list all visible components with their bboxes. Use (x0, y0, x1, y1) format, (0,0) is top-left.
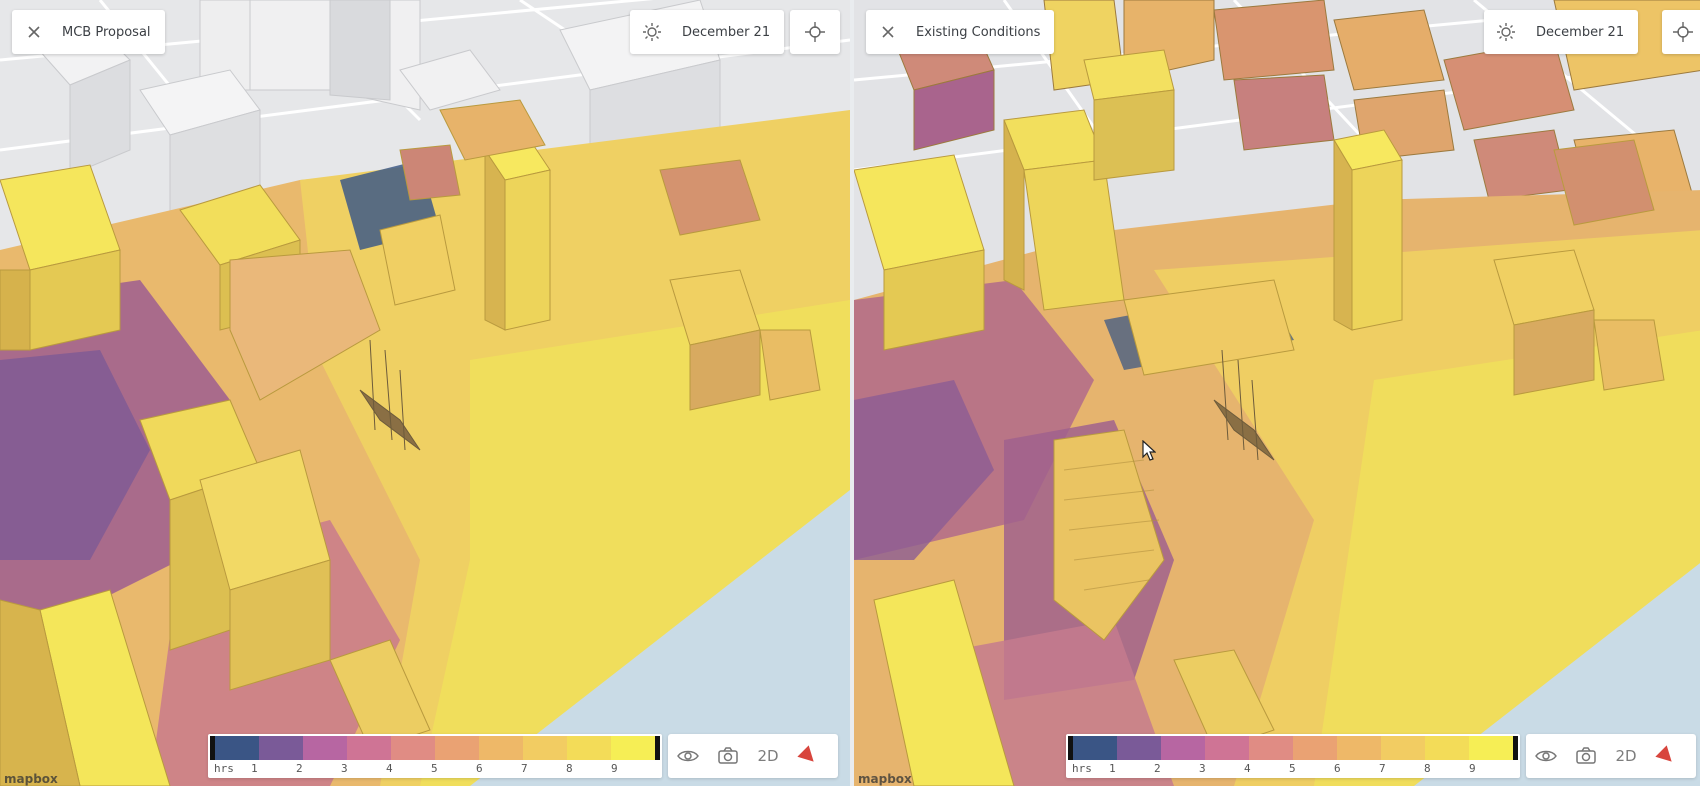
legend-swatch (1337, 736, 1381, 760)
map-left-mcb-proposal[interactable]: MCB Proposal December 21 hrs 1 2 3 4 5 6… (0, 0, 850, 786)
legend-tick: 6 (476, 762, 483, 775)
legend-tick: 8 (566, 762, 573, 775)
legend-unit: hrs (1072, 762, 1092, 775)
legend-tick: 7 (521, 762, 528, 775)
legend-tick: 4 (1244, 762, 1251, 775)
date-label[interactable]: December 21 (1528, 25, 1638, 40)
legend-tick: 4 (386, 762, 393, 775)
legend-swatch (215, 736, 259, 760)
legend-swatch (303, 736, 347, 760)
date-label[interactable]: December 21 (674, 25, 784, 40)
legend-swatch (1161, 736, 1205, 760)
legend-tick: 8 (1424, 762, 1431, 775)
legend-tick: 3 (1199, 762, 1206, 775)
legend-tick: 6 (1334, 762, 1341, 775)
sun-hours-legend: hrs 1 2 3 4 5 6 7 8 9 (1066, 734, 1520, 778)
legend-swatch (435, 736, 479, 760)
legend-swatch (1293, 736, 1337, 760)
mapbox-attribution[interactable]: mapbox (858, 772, 912, 786)
map-toolbar: 2D (668, 734, 838, 778)
sun-icon[interactable] (630, 10, 674, 54)
legend-swatch (1073, 736, 1117, 760)
legend-tick: 3 (341, 762, 348, 775)
scenario-title: MCB Proposal (62, 24, 151, 40)
legend-tick: 1 (251, 762, 258, 775)
legend-tick: 9 (611, 762, 618, 775)
locate-button[interactable] (790, 10, 840, 54)
crosshair-icon (1673, 22, 1693, 42)
legend-swatch (611, 736, 655, 760)
legend-ticks: hrs 1 2 3 4 5 6 7 8 9 (1066, 761, 1520, 777)
close-icon[interactable] (866, 10, 910, 54)
legend-tick: 7 (1379, 762, 1386, 775)
split-view: MCB Proposal December 21 hrs 1 2 3 4 5 6… (0, 0, 1700, 786)
scenario-title-card: MCB Proposal (12, 10, 165, 54)
crosshair-icon (805, 22, 825, 42)
compass-icon[interactable] (1646, 734, 1686, 778)
legend-swatch (567, 736, 611, 760)
legend-color-bar (1068, 736, 1518, 760)
eye-icon[interactable] (668, 734, 708, 778)
camera-icon[interactable] (1566, 734, 1606, 778)
legend-swatch (1425, 736, 1469, 760)
legend-swatch (391, 736, 435, 760)
legend-tick: 5 (431, 762, 438, 775)
sun-hours-map-right[interactable] (854, 0, 1700, 786)
legend-swatch (1117, 736, 1161, 760)
scenario-title: Existing Conditions (916, 24, 1041, 40)
legend-swatch (347, 736, 391, 760)
close-icon[interactable] (12, 10, 56, 54)
legend-color-bar (210, 736, 660, 760)
legend-tick: 5 (1289, 762, 1296, 775)
legend-swatch (1249, 736, 1293, 760)
legend-swatch (1469, 736, 1513, 760)
sun-hours-legend: hrs 1 2 3 4 5 6 7 8 9 (208, 734, 662, 778)
sun-hours-map-left[interactable] (0, 0, 850, 786)
mouse-cursor-icon (1142, 440, 1156, 461)
2d-toggle-button[interactable]: 2D (1606, 734, 1646, 778)
eye-icon[interactable] (1526, 734, 1566, 778)
legend-swatch (523, 736, 567, 760)
locate-button[interactable] (1662, 10, 1700, 54)
compass-icon[interactable] (788, 734, 828, 778)
sun-icon[interactable] (1484, 10, 1528, 54)
camera-icon[interactable] (708, 734, 748, 778)
scenario-title-card: Existing Conditions (866, 10, 1055, 54)
2d-toggle-button[interactable]: 2D (748, 734, 788, 778)
mapbox-attribution[interactable]: mapbox (4, 772, 58, 786)
map-toolbar: 2D (1526, 734, 1696, 778)
date-selector[interactable]: December 21 (1484, 10, 1639, 54)
legend-tick: 2 (296, 762, 303, 775)
legend-swatch (1381, 736, 1425, 760)
legend-ticks: hrs 1 2 3 4 5 6 7 8 9 (208, 761, 662, 777)
legend-swatch (259, 736, 303, 760)
legend-swatch (479, 736, 523, 760)
legend-tick: 9 (1469, 762, 1476, 775)
legend-tick: 2 (1154, 762, 1161, 775)
legend-swatch (1205, 736, 1249, 760)
date-selector[interactable]: December 21 (630, 10, 785, 54)
legend-tick: 1 (1109, 762, 1116, 775)
legend-unit: hrs (214, 762, 234, 775)
map-right-existing-conditions[interactable]: Existing Conditions December 21 hrs 1 2 … (854, 0, 1700, 786)
